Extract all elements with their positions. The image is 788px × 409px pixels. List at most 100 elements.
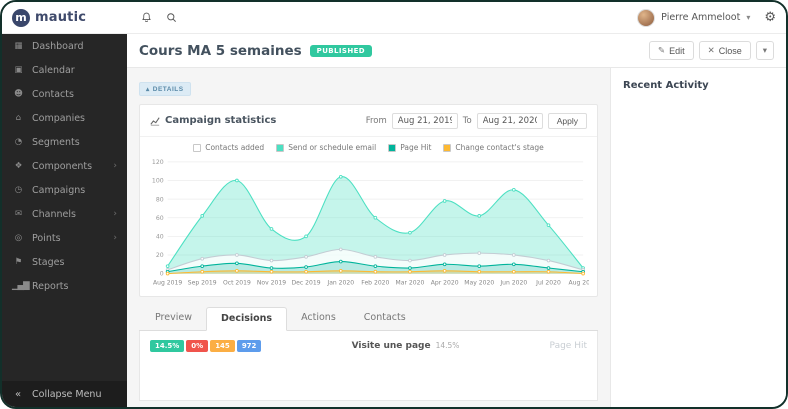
chevron-down-icon: ▾: [763, 45, 767, 56]
close-button-label: Close: [719, 46, 742, 56]
legend-checkbox: [276, 144, 284, 152]
notifications-bell-icon[interactable]: [141, 12, 152, 23]
sidebar-item-reports[interactable]: ▁▄▇ Reports: [2, 274, 127, 298]
sidebar-item-points[interactable]: ◎ Points ›: [2, 226, 127, 250]
user-menu[interactable]: Pierre Ammeloot ▾ ⚙: [637, 9, 786, 27]
edit-button[interactable]: ✎ Edit: [649, 41, 694, 60]
campaign-statistics-chart: 020406080100120Aug 2019Sep 2019Oct 2019N…: [148, 156, 589, 290]
svg-text:0: 0: [160, 271, 164, 278]
page-header: Cours MA 5 semaines PUBLISHED ✎ Edit ✕ C…: [127, 34, 786, 68]
svg-text:40: 40: [156, 234, 164, 241]
decision-title: Visite une page: [352, 341, 431, 351]
details-label: DETAILS: [153, 86, 184, 93]
edit-button-label: Edit: [669, 46, 685, 56]
user-name: Pierre Ammeloot: [661, 12, 740, 23]
sidebar-item-label: Campaigns: [32, 185, 85, 196]
legend-label: Page Hit: [400, 143, 431, 152]
decision-stat-badges: 14.5%0%145972: [150, 340, 261, 352]
topbar-icons: [141, 12, 177, 23]
svg-text:60: 60: [156, 215, 164, 222]
legend-send-or-schedule-email[interactable]: Send or schedule email: [276, 143, 376, 152]
apply-button[interactable]: Apply: [548, 113, 587, 129]
details-toggle-button[interactable]: ▴ DETAILS: [139, 82, 191, 96]
sidebar-item-label: Channels: [32, 209, 76, 220]
search-icon[interactable]: [166, 12, 177, 23]
chart-legend: Contacts added Send or schedule email Page…: [140, 137, 597, 154]
tab-preview[interactable]: Preview: [141, 307, 206, 330]
dashboard-icon: ▦: [12, 41, 24, 51]
points-icon: ◎: [12, 233, 24, 243]
legend-label: Send or schedule email: [288, 143, 376, 152]
sidebar-item-contacts[interactable]: ☻Contacts: [2, 82, 127, 106]
sidebar-item-components[interactable]: ❖Components›: [2, 154, 127, 178]
campaign-statistics-panel: Campaign statistics From To Apply Contac…: [139, 104, 598, 297]
sidebar-item-companies[interactable]: ⌂ Companies: [2, 106, 127, 130]
detail-tabs: PreviewDecisionsActionsContacts: [139, 307, 598, 331]
companies-icon: ⌂: [12, 113, 24, 123]
channels-icon: ✉: [12, 209, 24, 219]
reports-icon: ▁▄▇: [12, 281, 24, 291]
components-icon: ❖: [12, 161, 24, 171]
legend-page-hit[interactable]: Page Hit: [388, 143, 431, 152]
sidebar-item-channels[interactable]: ✉Channels›: [2, 202, 127, 226]
recent-activity-title: Recent Activity: [623, 80, 774, 91]
svg-text:Jun 2020: Jun 2020: [499, 279, 527, 286]
sidebar-item-label: Points: [32, 233, 61, 244]
legend-checkbox: [193, 144, 201, 152]
svg-text:Mar 2020: Mar 2020: [396, 279, 425, 286]
gear-icon[interactable]: ⚙: [764, 10, 776, 25]
topbar: m mautic Pierre Ammeloot ▾ ⚙: [2, 2, 786, 34]
brand[interactable]: m mautic: [2, 9, 127, 27]
chevron-down-icon: ▾: [746, 13, 750, 22]
legend-contacts-added[interactable]: Contacts added: [193, 143, 264, 152]
sidebar-item-label: Reports: [32, 281, 68, 292]
mautic-logo-icon: m: [12, 9, 30, 27]
svg-text:120: 120: [152, 159, 164, 166]
recent-activity-panel: Recent Activity: [610, 68, 786, 407]
date-to-input[interactable]: [477, 113, 543, 129]
legend-label: Change contact's stage: [455, 143, 543, 152]
collapse-menu-button[interactable]: « Collapse Menu: [2, 381, 127, 407]
svg-text:80: 80: [156, 196, 164, 203]
collapse-menu-label: Collapse Menu: [32, 389, 101, 400]
calendar-icon: ▣: [12, 65, 24, 75]
svg-text:May 2020: May 2020: [464, 279, 494, 286]
sidebar-item-calendar[interactable]: ▣ Calendar: [2, 58, 127, 82]
svg-text:Jan 2020: Jan 2020: [326, 279, 354, 286]
legend-change-contact-s-stage[interactable]: Change contact's stage: [443, 143, 543, 152]
legend-label: Contacts added: [205, 143, 264, 152]
sidebar-item-segments[interactable]: ◔ Segments: [2, 130, 127, 154]
more-actions-dropdown-button[interactable]: ▾: [756, 41, 774, 60]
legend-checkbox: [443, 144, 451, 152]
svg-text:20: 20: [156, 252, 164, 259]
main-content: ▴ DETAILS Campaign statistics From: [127, 68, 610, 407]
svg-text:Apr 2020: Apr 2020: [431, 279, 459, 286]
svg-text:Feb 2020: Feb 2020: [361, 279, 389, 286]
sidebar-item-label: Companies: [32, 113, 85, 124]
sidebar-item-label: Calendar: [32, 65, 75, 76]
sidebar-item-stages[interactable]: ⚑ Stages: [2, 250, 127, 274]
segments-icon: ◔: [12, 137, 24, 147]
sidebar-item-dashboard[interactable]: ▦Dashboard: [2, 34, 127, 58]
close-button[interactable]: ✕ Close: [699, 41, 751, 60]
close-icon: ✕: [708, 45, 715, 56]
stat-badge: 0%: [186, 340, 208, 352]
svg-text:Aug 2019: Aug 2019: [153, 279, 182, 286]
sidebar-item-label: Stages: [32, 257, 64, 268]
svg-text:Aug 2020: Aug 2020: [569, 279, 589, 286]
sidebar-item-campaigns[interactable]: ◷Campaigns: [2, 178, 127, 202]
brand-name: mautic: [35, 10, 86, 25]
tab-actions[interactable]: Actions: [287, 307, 350, 330]
tab-contacts[interactable]: Contacts: [350, 307, 420, 330]
date-from-input[interactable]: [392, 113, 458, 129]
chevron-right-icon: ›: [113, 233, 117, 243]
tab-decisions[interactable]: Decisions: [206, 307, 287, 331]
sidebar-item-label: Segments: [32, 137, 80, 148]
decision-card[interactable]: 14.5%0%145972 Visite une page 14.5% Page…: [139, 331, 598, 401]
stat-badge: 972: [237, 340, 262, 352]
line-chart-icon: [150, 111, 160, 130]
svg-text:Dec 2019: Dec 2019: [292, 279, 321, 286]
legend-checkbox: [388, 144, 396, 152]
published-status-badge: PUBLISHED: [310, 45, 372, 57]
stages-icon: ⚑: [12, 257, 24, 267]
